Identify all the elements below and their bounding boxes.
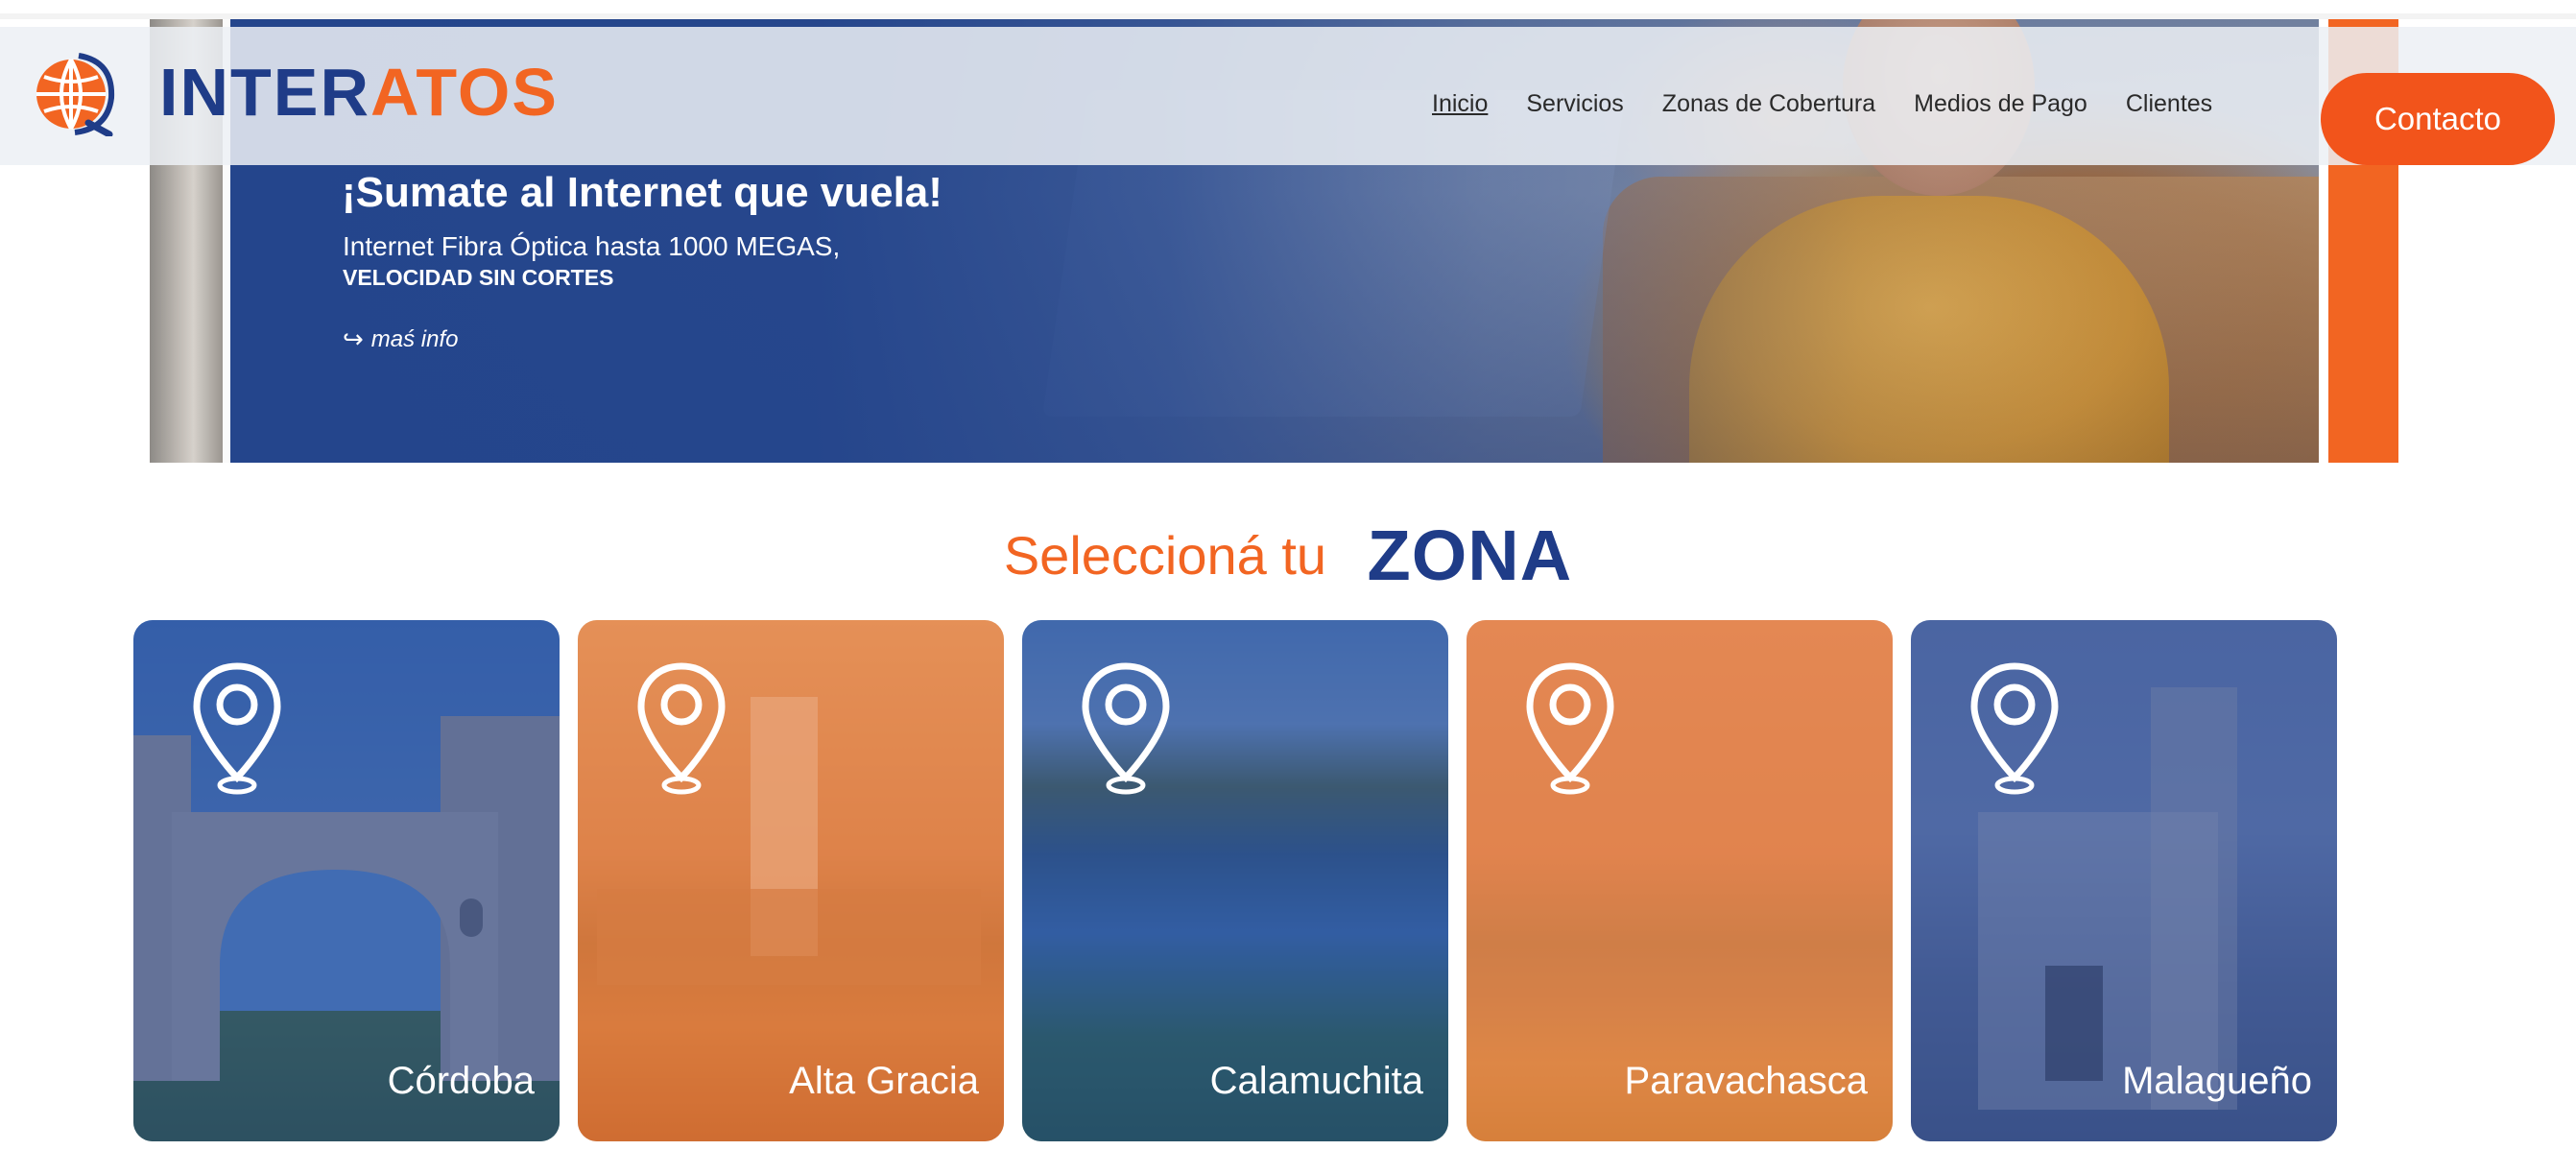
zone-card-malagueno[interactable]: Malagueño [1911, 620, 2337, 1141]
map-pin-icon [1082, 662, 1170, 795]
nav-medios-de-pago[interactable]: Medios de Pago [1914, 90, 2087, 118]
more-info-label: maś info [370, 325, 459, 352]
hero-title: ¡Sumate al Internet que vuela! [342, 169, 942, 216]
nav-clientes[interactable]: Clientes [2126, 90, 2212, 118]
main-nav: Inicio Servicios Zonas de Cobertura Medi… [1432, 90, 2212, 118]
hero-subtitle: Internet Fibra Óptica hasta 1000 MEGAS, [343, 231, 841, 261]
nav-zonas-de-cobertura[interactable]: Zonas de Cobertura [1662, 90, 1875, 118]
zone-card-label: Alta Gracia [789, 1060, 979, 1102]
header-top-line [0, 13, 2576, 19]
zone-card-alta-gracia[interactable]: Alta Gracia [578, 620, 1004, 1141]
zone-heading-light: Seleccioná tu [1003, 525, 1327, 586]
zone-cards: Córdoba Alta Gracia Calamuchita Paravach… [133, 620, 2337, 1141]
zone-card-label: Paravachasca [1624, 1060, 1868, 1102]
zone-card-paravachasca[interactable]: Paravachasca [1467, 620, 1893, 1141]
map-pin-icon [1526, 662, 1614, 795]
zone-heading: Seleccioná tu ZONA [0, 515, 2576, 596]
logo-atos: ATOS [370, 55, 559, 130]
hero-subtitle-bold: VELOCIDAD SIN CORTES [343, 265, 614, 290]
zone-card-label: Calamuchita [1209, 1060, 1423, 1102]
globe-logo-icon[interactable] [31, 52, 115, 136]
more-info-link[interactable]: ↪ maś info [343, 324, 459, 354]
zone-card-calamuchita[interactable]: Calamuchita [1022, 620, 1448, 1141]
contact-button[interactable]: Contacto [2321, 73, 2555, 165]
zone-card-label: Malagueño [2122, 1060, 2312, 1102]
zone-heading-bold: ZONA [1367, 515, 1573, 595]
brand-logo[interactable]: INTERATOS [159, 54, 559, 131]
nav-inicio[interactable]: Inicio [1432, 90, 1488, 118]
map-pin-icon [637, 662, 726, 795]
nav-servicios[interactable]: Servicios [1526, 90, 1623, 118]
zone-card-cordoba[interactable]: Córdoba [133, 620, 560, 1141]
map-pin-icon [1970, 662, 2059, 795]
share-arrow-icon: ↪ [343, 324, 364, 353]
map-pin-icon [193, 662, 281, 795]
zone-card-label: Córdoba [387, 1060, 535, 1102]
logo-inter: INTER [159, 55, 370, 130]
